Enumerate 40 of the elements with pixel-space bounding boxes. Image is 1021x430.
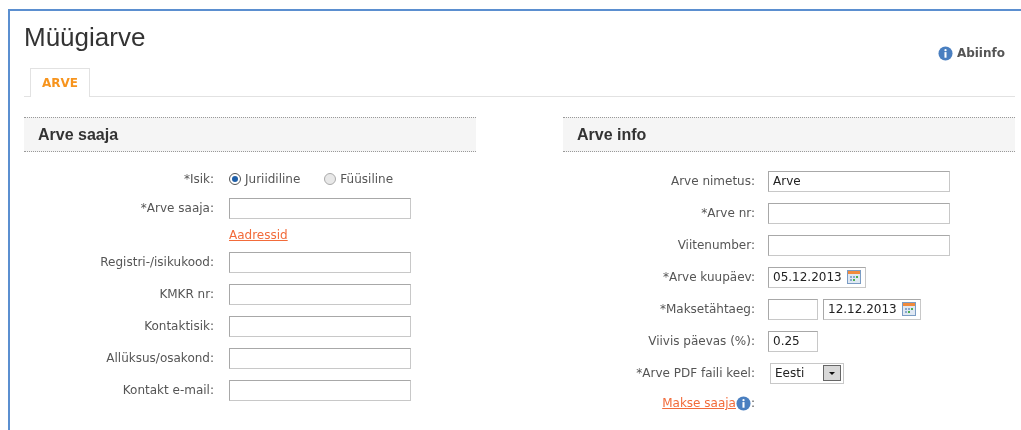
field-label: Arve nimetus: (669, 173, 755, 190)
field-label: Allüksus/osakond: (105, 350, 214, 367)
field-label: *Maksetähtaeg: (658, 301, 755, 318)
field-label: Registri-/isikukood: (99, 254, 214, 271)
text-field[interactable] (229, 315, 411, 337)
section-header: Arve saaja (24, 117, 476, 152)
days-field[interactable] (768, 298, 818, 320)
field-label: Viivis päevas (%): (647, 333, 755, 350)
field-label: *Arve nr: (700, 205, 755, 222)
text-field[interactable] (229, 197, 411, 219)
field-label: Viitenumber: (676, 237, 755, 254)
label-colon: : (750, 395, 755, 412)
radio-option[interactable]: Füüsiline (324, 169, 394, 188)
field-label: *Arve kuupäev: (661, 269, 755, 286)
field-label: KMKR nr: (158, 286, 214, 303)
field-label: *Isik: (182, 170, 214, 188)
section-header: Arve info (563, 117, 1015, 152)
help-link[interactable]: Abiinfo (937, 44, 1005, 62)
page-title: Müügiarve (24, 21, 146, 53)
language-dropdown[interactable]: Eesti (770, 362, 844, 384)
radio-option[interactable]: Juriidiline (229, 169, 301, 188)
text-field[interactable] (229, 379, 411, 401)
text-field[interactable] (768, 202, 950, 224)
field-label: Kontakt e-mail: (121, 382, 214, 399)
date-field[interactable]: 05.12.2013 (768, 266, 866, 288)
info-icon (937, 45, 953, 61)
calendar-icon[interactable] (902, 302, 916, 316)
field-label: *Arve PDF faili keel: (635, 365, 755, 382)
info-icon (735, 395, 751, 411)
text-field[interactable] (229, 283, 411, 305)
text-field[interactable]: 0.25 (768, 330, 818, 352)
calendar-icon[interactable] (847, 270, 861, 284)
text-field[interactable] (768, 234, 950, 256)
text-field[interactable] (229, 347, 411, 369)
text-field[interactable] (229, 251, 411, 273)
text-field[interactable]: Arve (768, 170, 950, 192)
field-label: Kontaktisik: (143, 318, 214, 335)
field-label: *Arve saaja: (139, 200, 214, 217)
date-field[interactable]: 12.12.2013 (823, 298, 921, 320)
dropdown-caret-icon (823, 365, 841, 381)
